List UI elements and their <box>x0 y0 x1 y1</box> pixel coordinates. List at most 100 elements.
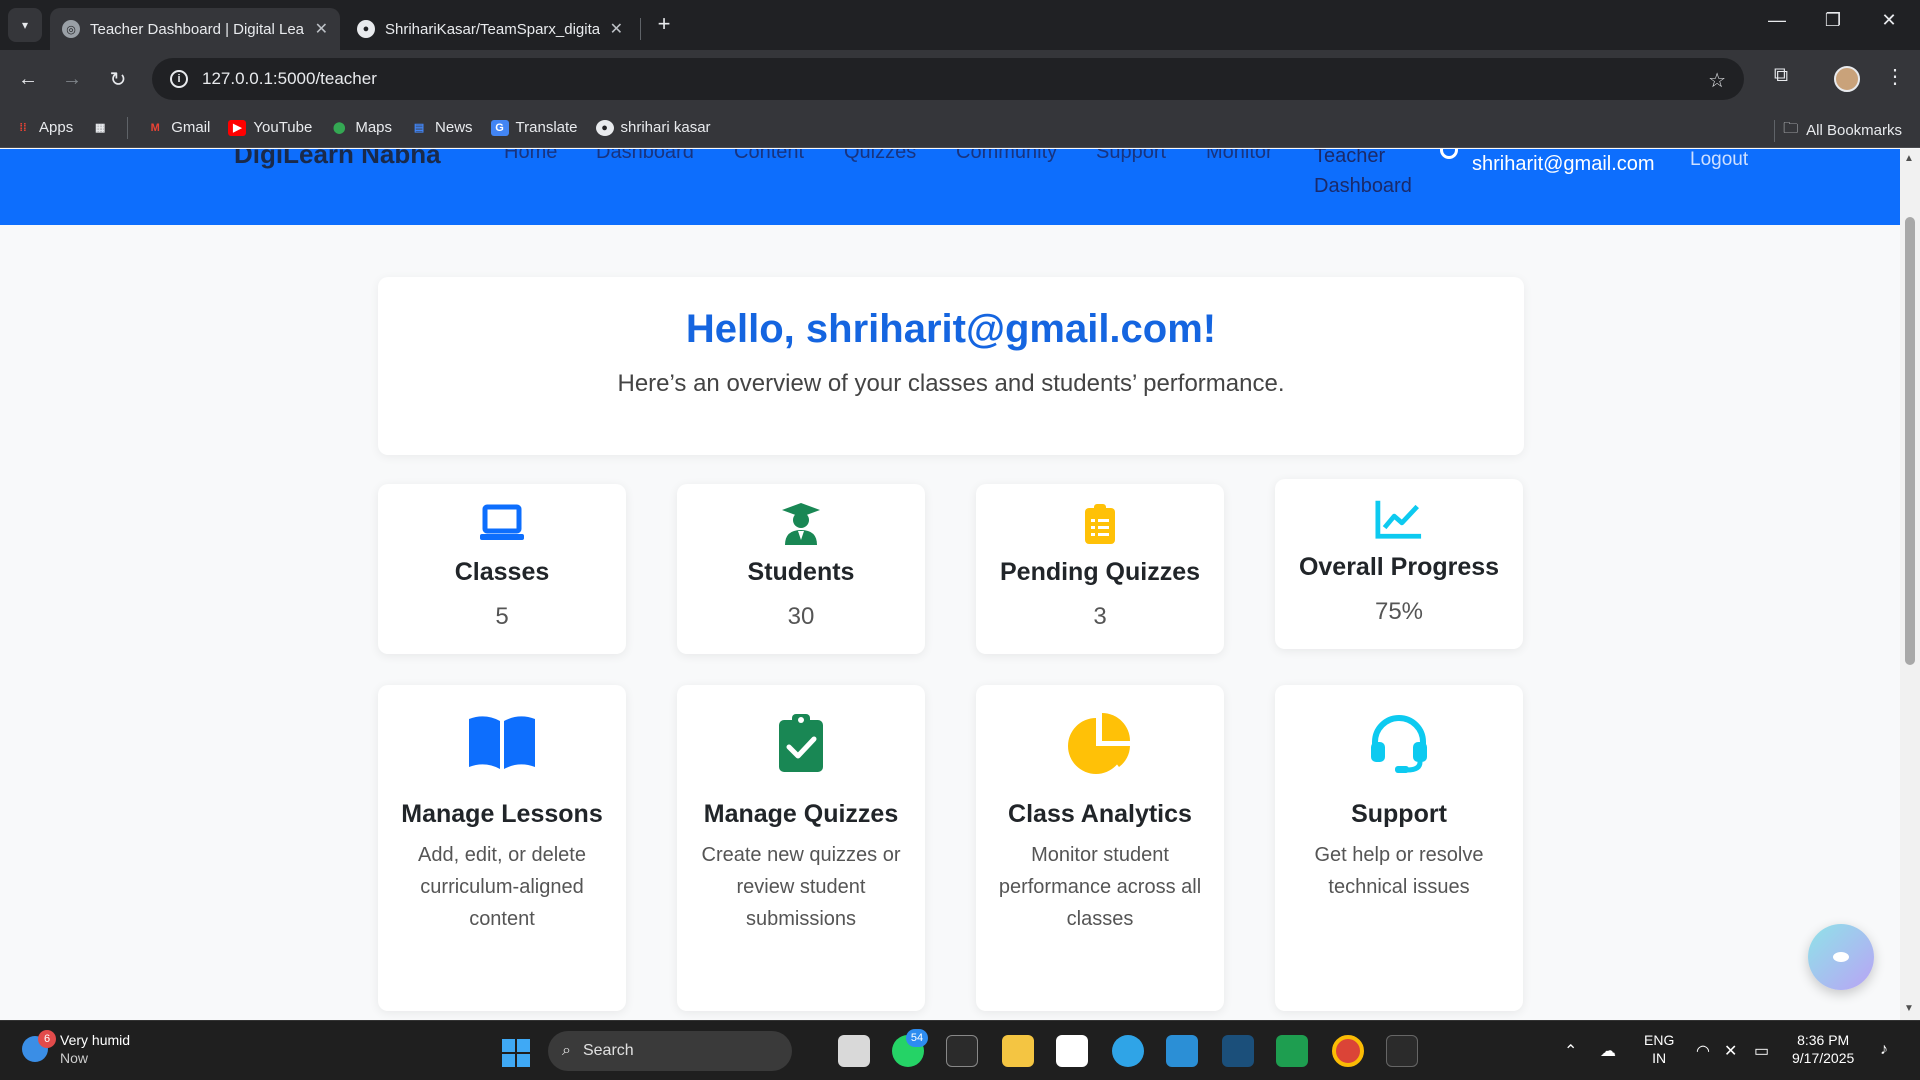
address-bar[interactable]: i 127.0.0.1:5000/teacher ☆ <box>152 58 1744 100</box>
nav-link-quizzes[interactable]: Quizzes <box>844 149 916 164</box>
bookmark-separator <box>127 116 129 139</box>
page-scrollbar[interactable]: ▲ ▼ <box>1900 149 1920 1020</box>
wifi-icon[interactable]: ◠ <box>1696 1041 1710 1061</box>
nav-link-content[interactable]: Content <box>734 149 804 164</box>
nav-link-community[interactable]: Community <box>956 149 1057 164</box>
clock-date: 9/17/2025 <box>1792 1050 1855 1066</box>
bookmark-apps[interactable]: ⁞⁞ Apps <box>14 119 73 136</box>
forward-button[interactable]: → <box>56 63 88 95</box>
action-card-manage-lessons[interactable]: Manage Lessons Add, edit, or delete curr… <box>378 685 626 1011</box>
microsoft-store-icon[interactable] <box>1056 1035 1088 1067</box>
menu-icon[interactable]: ⋮ <box>1880 64 1910 89</box>
action-label: Manage Lessons <box>401 800 603 828</box>
stat-card-classes: Classes 5 <box>378 484 626 654</box>
bookmark-label: Gmail <box>171 119 211 136</box>
tab-search-button[interactable]: ▾ <box>8 8 42 42</box>
notifications-bell-icon[interactable]: ♪ <box>1880 1041 1888 1059</box>
taskbar-search[interactable]: ⌕ Search <box>548 1031 792 1071</box>
chevron-up-icon[interactable]: ⌃ <box>1564 1041 1577 1061</box>
stat-value: 3 <box>1093 603 1107 630</box>
bookmark-label: YouTube <box>253 119 313 136</box>
task-view-icon[interactable] <box>838 1035 870 1067</box>
tab-github-repo[interactable]: ● ShrihariKasar/TeamSparx_digita ✕ <box>345 8 635 50</box>
bookmark-news[interactable]: ▤ News <box>410 119 473 136</box>
weather-title: Very humid <box>60 1032 131 1048</box>
volume-muted-icon[interactable]: ✕ <box>1724 1041 1737 1061</box>
action-description: Get help or resolve technical issues <box>1314 844 1484 898</box>
window-close-button[interactable]: ✕ <box>1874 10 1904 31</box>
bookmark-youtube[interactable]: ▶ YouTube <box>228 119 312 136</box>
bookmark-grid[interactable]: ▦ <box>91 120 109 136</box>
github-icon: ● <box>595 119 614 136</box>
bookmark-translate[interactable]: G Translate <box>490 119 578 136</box>
tab-teacher-dashboard[interactable]: ◎ Teacher Dashboard | Digital Lea ✕ <box>50 8 340 50</box>
edge-icon[interactable] <box>1112 1035 1144 1067</box>
chatbot-button[interactable] <box>1808 924 1874 990</box>
bookmark-label: Apps <box>39 119 74 136</box>
extensions-icon[interactable]: ⧉ <box>1766 64 1796 87</box>
nav-link-monitor[interactable]: Monitor <box>1206 149 1273 164</box>
laptop-icon <box>478 502 526 546</box>
mysql-workbench-icon[interactable] <box>1222 1035 1254 1067</box>
whatsapp-badge: 54 <box>906 1029 928 1047</box>
welcome-card: Hello, shriharit@gmail.com! Here’s an ov… <box>378 277 1524 455</box>
windows-start-icon[interactable] <box>502 1039 530 1067</box>
onedrive-icon[interactable]: ☁ <box>1600 1041 1616 1061</box>
reload-button[interactable]: ↻ <box>102 63 134 95</box>
stat-label: Pending Quizzes <box>999 558 1201 586</box>
site-info-icon[interactable]: i <box>170 70 188 88</box>
site-brand[interactable]: DigiLearn Nabha <box>234 149 441 170</box>
close-icon[interactable]: ✕ <box>315 19 328 39</box>
scroll-down-arrow-icon[interactable]: ▼ <box>1904 1003 1914 1014</box>
bookmarks-bar: ⁞⁞ Apps ▦ M Gmail ▶ YouTube ⬤ Maps ▤ New… <box>0 108 1920 148</box>
weather-icon: 6 <box>22 1030 56 1062</box>
logout-link[interactable]: Logout <box>1690 149 1748 171</box>
clock-time: 8:36 PM <box>1797 1032 1850 1048</box>
all-bookmarks[interactable]: 🗀 All Bookmarks <box>1774 118 1902 143</box>
news-icon: ▤ <box>413 122 425 134</box>
chrome-icon[interactable] <box>1332 1035 1364 1067</box>
scroll-up-arrow-icon[interactable]: ▲ <box>1904 153 1914 164</box>
maps-icon: ⬤ <box>333 122 346 134</box>
greeting-title: Hello, shriharit@gmail.com! <box>685 307 1217 351</box>
nav-link-support[interactable]: Support <box>1096 149 1166 164</box>
browser-toolbar: ← → ↻ i 127.0.0.1:5000/teacher ☆ ⧉ ⋮ <box>0 50 1920 108</box>
profile-avatar[interactable] <box>1834 66 1860 92</box>
terminal-icon[interactable] <box>946 1035 978 1067</box>
action-description: Monitor student performance across all c… <box>998 844 1202 930</box>
close-icon[interactable]: ✕ <box>610 19 623 39</box>
chart-line-icon <box>1375 497 1423 541</box>
console-icon[interactable] <box>1386 1035 1418 1067</box>
restore-button[interactable]: ❐ <box>1818 10 1848 31</box>
classroom-icon[interactable] <box>1276 1035 1308 1067</box>
browser-tabstrip: ▾ ◎ Teacher Dashboard | Digital Lea ✕ ● … <box>0 0 1920 50</box>
nav-link-dashboard[interactable]: Dashboard <box>596 149 694 164</box>
vscode-icon[interactable] <box>1166 1035 1198 1067</box>
tab-groups-icon: ▦ <box>95 122 106 134</box>
back-button[interactable]: ← <box>12 63 44 95</box>
action-label: Class Analytics <box>1008 800 1192 828</box>
bookmark-maps[interactable]: ⬤ Maps <box>330 119 392 136</box>
bookmark-gmail[interactable]: M Gmail <box>146 119 211 136</box>
file-explorer-icon[interactable] <box>1002 1035 1034 1067</box>
new-tab-button[interactable]: + <box>650 10 678 38</box>
weather-widget[interactable]: 6 Very humid Now <box>22 1030 131 1067</box>
bookmark-github[interactable]: ● shrihari kasar <box>595 119 711 136</box>
nav-link-teacher-dashboard[interactable]: Teacher Dashboard <box>1314 149 1424 201</box>
scroll-thumb[interactable] <box>1905 217 1915 665</box>
language-top: ENG <box>1644 1032 1675 1048</box>
apps-grid-icon: ⁞⁞ <box>19 121 27 134</box>
minimize-button[interactable]: — <box>1762 10 1792 31</box>
action-card-manage-quizzes[interactable]: Manage Quizzes Create new quizzes or rev… <box>677 685 925 1011</box>
bookmark-star-icon[interactable]: ☆ <box>1708 68 1726 93</box>
action-card-support[interactable]: Support Get help or resolve technical is… <box>1275 685 1523 1011</box>
github-icon: ● <box>357 20 375 38</box>
stat-label: Classes <box>454 558 550 586</box>
battery-icon[interactable]: ▭ <box>1754 1041 1769 1061</box>
action-card-class-analytics[interactable]: Class Analytics Monitor student performa… <box>976 685 1224 1011</box>
clock[interactable]: 8:36 PM 9/17/2025 <box>1792 1031 1854 1067</box>
user-icon <box>1440 149 1458 159</box>
language-indicator[interactable]: ENG IN <box>1644 1031 1674 1067</box>
gmail-icon: M <box>150 121 160 134</box>
nav-link-home[interactable]: Home <box>504 149 557 164</box>
